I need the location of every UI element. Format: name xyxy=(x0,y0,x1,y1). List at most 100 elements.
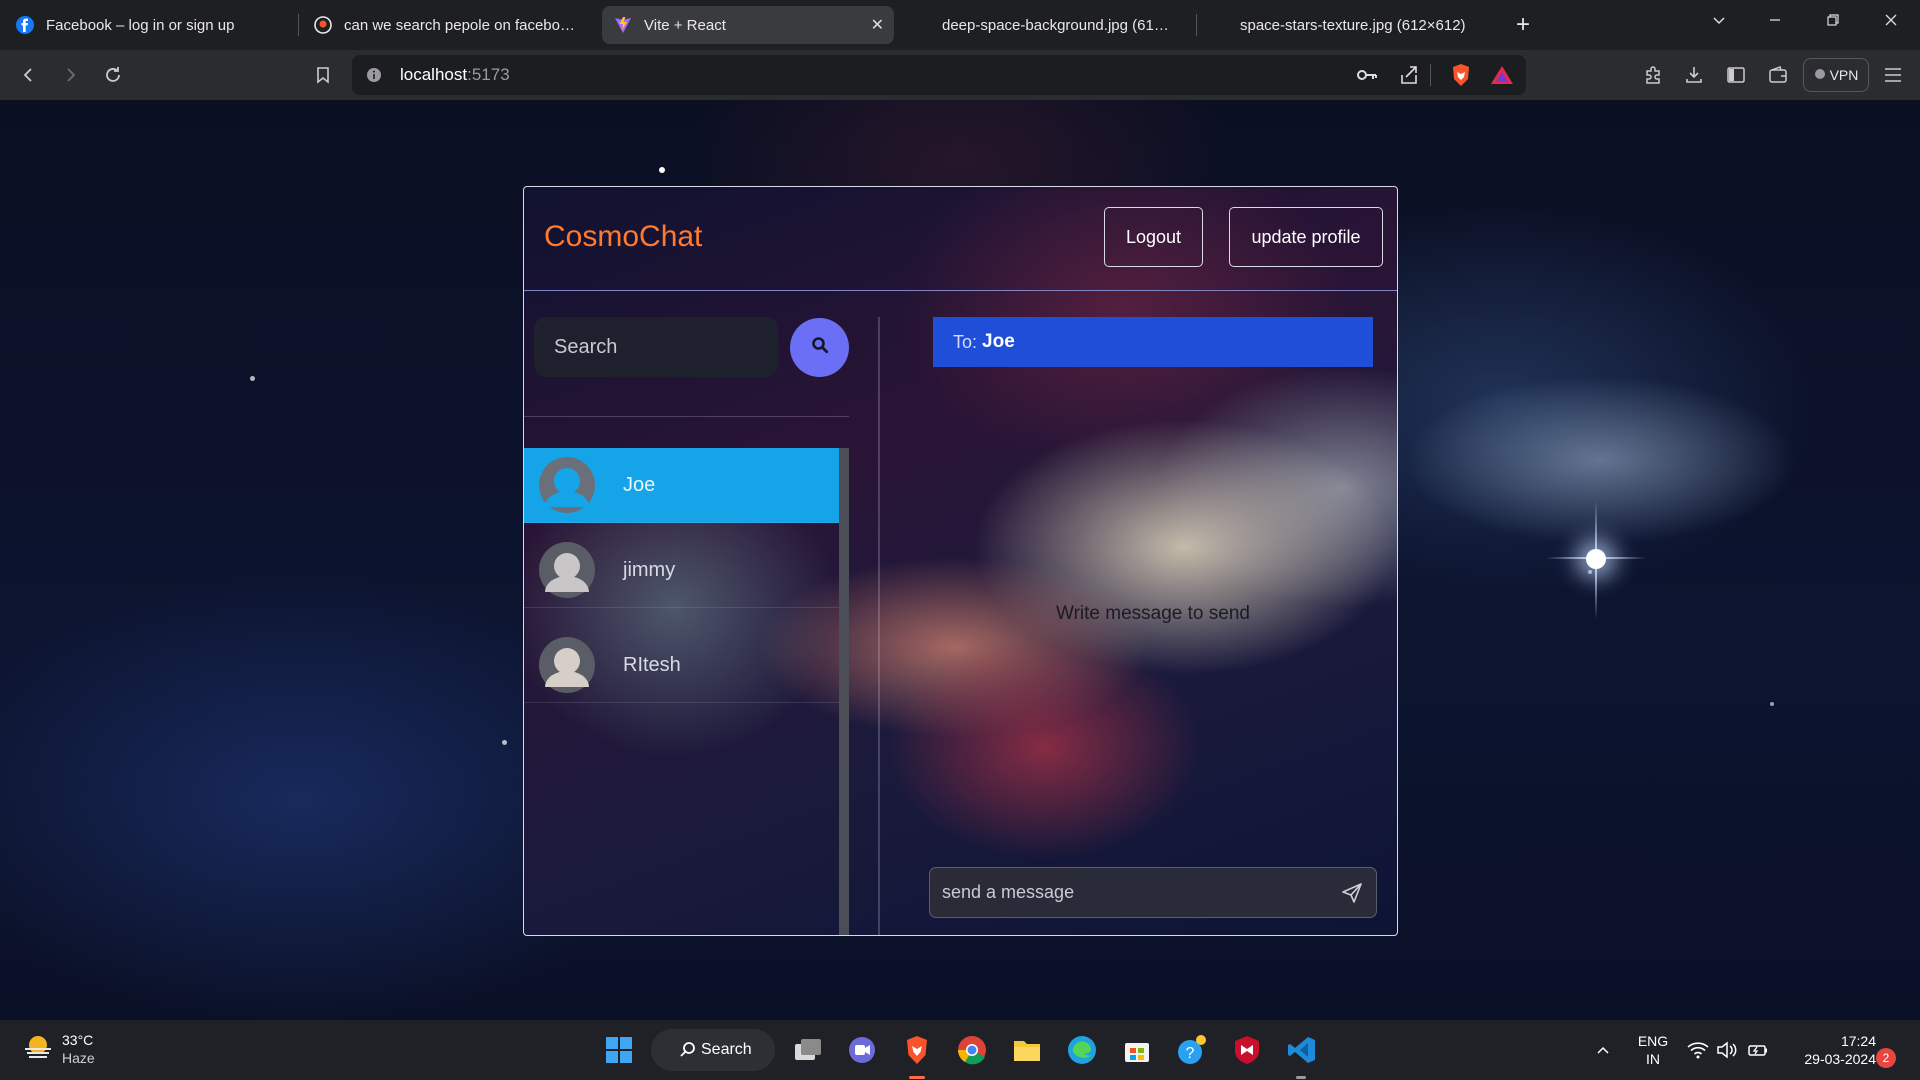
brave-browser-icon[interactable] xyxy=(896,1029,938,1071)
sidebar-divider xyxy=(524,416,849,417)
windows-taskbar: 33°C Haze Search ? ENG IN 17:24 29-03-20… xyxy=(0,1020,1920,1080)
bookmark-icon[interactable] xyxy=(310,62,336,88)
brave-shields-icon[interactable] xyxy=(1450,63,1472,92)
weather-temperature: 33°C xyxy=(62,1032,94,1048)
notification-badge[interactable]: 2 xyxy=(1876,1048,1896,1068)
tab-deep-space-image[interactable]: deep-space-background.jpg (612×4 xyxy=(930,6,1185,44)
language-region: IN xyxy=(1646,1051,1660,1067)
conversation-name: Joe xyxy=(623,473,656,496)
chrome-icon[interactable] xyxy=(951,1029,993,1071)
browser-tab-strip: Facebook – log in or sign up can we sear… xyxy=(0,0,1920,50)
url-host: localhost xyxy=(400,65,468,84)
tab-title: space-stars-texture.jpg (612×612) xyxy=(1240,16,1466,34)
clock[interactable]: 17:24 29-03-2024 xyxy=(1780,1032,1876,1068)
back-icon[interactable] xyxy=(16,62,42,88)
browser-toolbar: localhost:5173 VPN xyxy=(0,50,1920,100)
tab-list-chevron-icon[interactable] xyxy=(1696,0,1742,40)
url-port: :5173 xyxy=(467,65,510,84)
tab-stars-texture[interactable]: space-stars-texture.jpg (612×612) xyxy=(1228,6,1488,44)
vscode-icon[interactable] xyxy=(1281,1029,1323,1071)
brave-search-icon xyxy=(314,16,332,34)
user-search-input[interactable]: Search xyxy=(534,317,778,377)
brave-rewards-icon[interactable] xyxy=(1490,65,1514,90)
conversation-item-jimmy[interactable]: jimmy xyxy=(524,533,839,608)
forward-icon[interactable] xyxy=(57,62,83,88)
avatar-icon xyxy=(539,542,595,598)
tab-separator xyxy=(298,14,299,36)
tab-separator xyxy=(1196,14,1197,36)
wallet-icon[interactable] xyxy=(1765,62,1791,88)
running-app-indicator xyxy=(1296,1076,1306,1079)
panel-divider xyxy=(878,317,880,935)
edge-icon[interactable] xyxy=(1061,1029,1103,1071)
conversation-name: RItesh xyxy=(623,653,681,676)
mcafee-icon[interactable] xyxy=(1226,1029,1268,1071)
search-button[interactable] xyxy=(790,318,849,377)
avatar-icon xyxy=(539,457,595,513)
clock-date: 29-03-2024 xyxy=(1804,1051,1876,1067)
reload-icon[interactable] xyxy=(100,62,126,88)
bright-star xyxy=(1586,549,1606,569)
url-text: localhost:5173 xyxy=(400,65,510,85)
downloads-icon[interactable] xyxy=(1681,62,1707,88)
logout-button[interactable]: Logout xyxy=(1104,207,1203,267)
background-star xyxy=(250,376,255,381)
show-hidden-icons-chevron-icon[interactable] xyxy=(1588,1029,1618,1071)
tab-title: deep-space-background.jpg (612×4 xyxy=(942,16,1173,34)
tab-title: Vite + React xyxy=(644,16,726,34)
svg-text:?: ? xyxy=(1186,1045,1195,1062)
restore-icon[interactable] xyxy=(1810,0,1856,40)
conversation-item-joe[interactable]: Joe xyxy=(524,448,839,523)
recipient-name: Joe xyxy=(982,331,1015,352)
search-icon xyxy=(811,336,829,359)
conversation-item-ritesh[interactable]: RItesh xyxy=(524,628,839,703)
tab-title: can we search pepole on facebook t xyxy=(344,16,580,34)
background-star xyxy=(1588,570,1592,574)
task-view-icon[interactable] xyxy=(787,1029,829,1071)
empty-chat-message: Write message to send xyxy=(1056,603,1250,624)
update-profile-button[interactable]: update profile xyxy=(1229,207,1383,267)
extensions-icon[interactable] xyxy=(1640,62,1666,88)
app-header: CosmoChat Logout update profile xyxy=(524,187,1397,291)
tab-title: Facebook – log in or sign up xyxy=(46,16,235,34)
vite-icon xyxy=(614,16,632,34)
battery-icon[interactable] xyxy=(1740,1029,1776,1071)
weather-widget[interactable]: 33°C Haze xyxy=(22,1031,95,1067)
minimize-icon[interactable] xyxy=(1752,0,1798,40)
close-tab-icon[interactable]: ✕ xyxy=(871,15,884,35)
background-star xyxy=(502,740,507,745)
clock-time: 17:24 xyxy=(1840,1033,1876,1049)
sidebar-toggle-icon[interactable] xyxy=(1723,62,1749,88)
site-info-icon[interactable] xyxy=(366,67,382,88)
taskbar-search-label: Search xyxy=(701,1041,752,1058)
conversation-name: jimmy xyxy=(623,558,676,581)
menu-icon[interactable] xyxy=(1880,62,1906,88)
send-icon[interactable] xyxy=(1340,881,1364,905)
active-app-indicator xyxy=(909,1076,925,1079)
password-key-icon[interactable] xyxy=(1356,65,1378,90)
page-viewport: CosmoChat Logout update profile Search J… xyxy=(0,100,1920,1020)
message-placeholder: send a message xyxy=(942,882,1075,902)
taskbar-search[interactable]: Search xyxy=(651,1029,775,1071)
vpn-button[interactable]: VPN xyxy=(1803,58,1869,92)
tab-vite-react[interactable]: Vite + React ✕ xyxy=(602,6,894,44)
app-brand: CosmoChat xyxy=(544,220,703,253)
windows-start-icon[interactable] xyxy=(598,1029,640,1071)
close-window-icon[interactable] xyxy=(1868,0,1914,40)
help-icon[interactable]: ? xyxy=(1171,1029,1213,1071)
haze-sun-icon xyxy=(22,1033,54,1066)
search-icon xyxy=(679,1041,697,1064)
microsoft-store-icon[interactable] xyxy=(1116,1029,1158,1071)
weather-condition: Haze xyxy=(62,1050,95,1066)
address-bar[interactable]: localhost:5173 xyxy=(352,55,1526,95)
teams-chat-icon[interactable] xyxy=(841,1029,883,1071)
share-icon[interactable] xyxy=(1398,64,1420,91)
file-explorer-icon[interactable] xyxy=(1006,1029,1048,1071)
message-input[interactable]: send a message xyxy=(929,867,1377,918)
sidebar-scrollbar[interactable] xyxy=(839,448,849,935)
input-language[interactable]: ENG IN xyxy=(1633,1032,1673,1068)
new-tab-button[interactable]: + xyxy=(1503,6,1543,44)
tab-facebook[interactable]: Facebook – log in or sign up xyxy=(4,6,294,44)
recipient-bar: To: Joe xyxy=(933,317,1373,367)
tab-search-results[interactable]: can we search pepole on facebook t xyxy=(302,6,592,44)
